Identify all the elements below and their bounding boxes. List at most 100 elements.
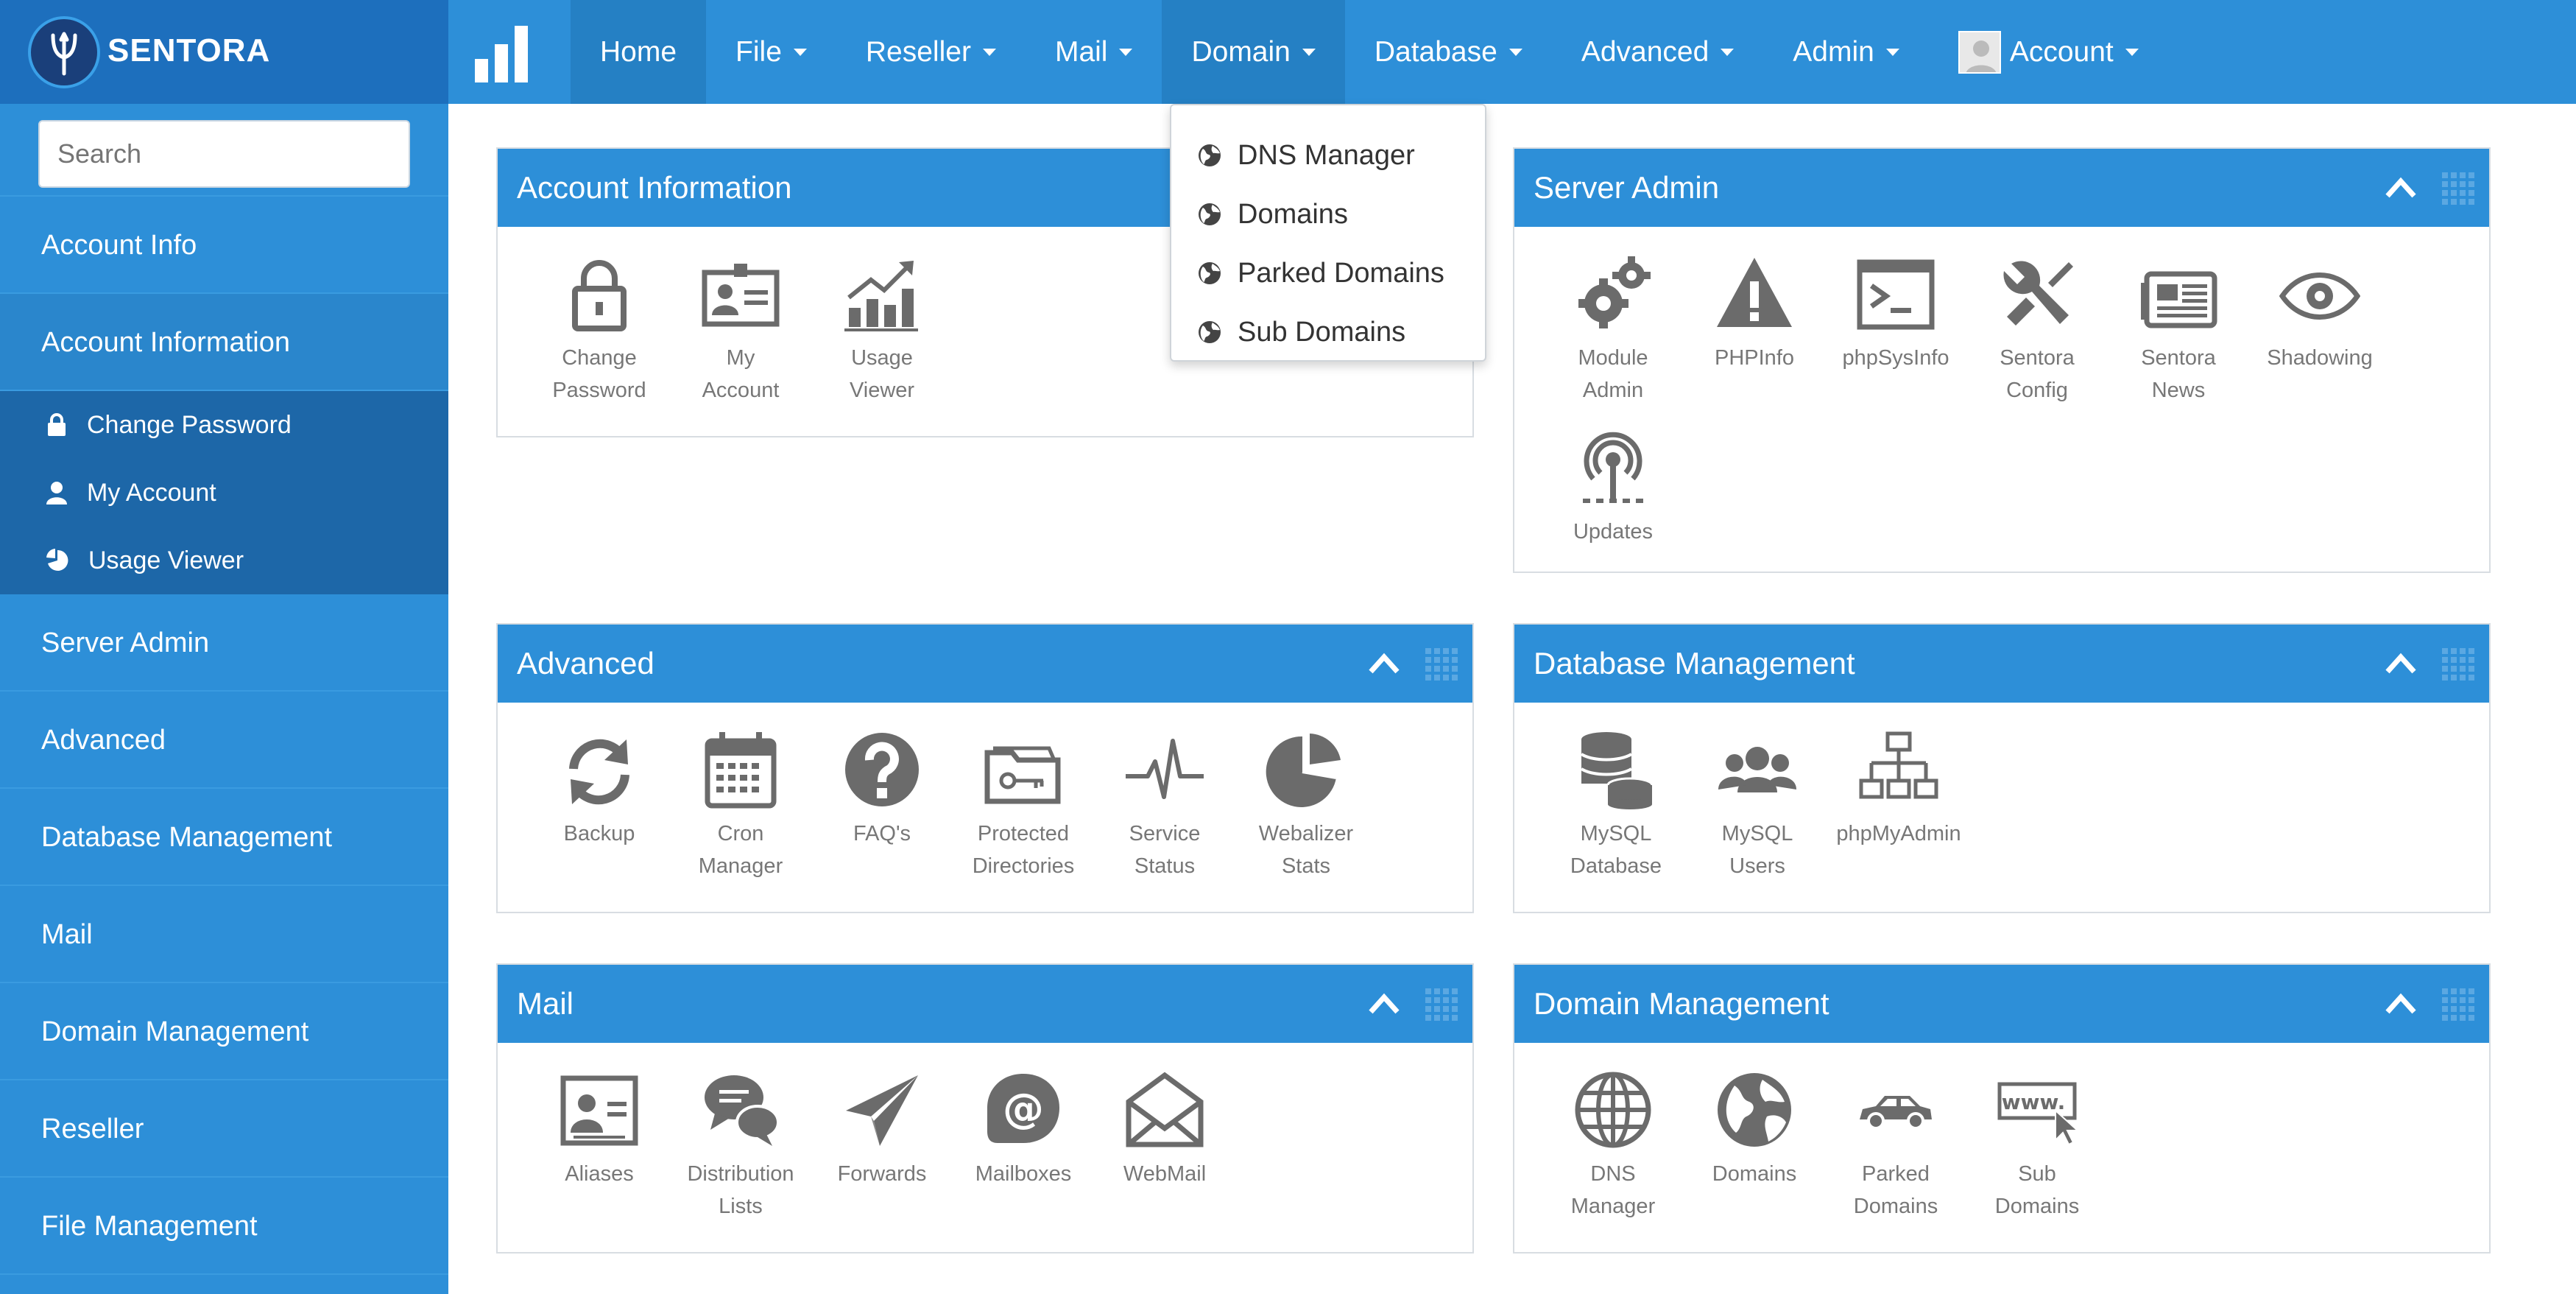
nav-mail[interactable]: Mail — [1026, 0, 1162, 104]
chat-bubbles-icon — [705, 1075, 780, 1146]
module-service-status[interactable]: Service Status — [1094, 729, 1235, 882]
module-aliases[interactable]: Aliases — [529, 1069, 670, 1223]
nav-reseller[interactable]: Reseller — [836, 0, 1026, 104]
module-cron-manager[interactable]: Cron Manager — [670, 729, 811, 882]
top-navbar: SENTORA Home File Reseller Mail Domain D… — [0, 0, 2576, 104]
nav-advanced[interactable]: Advanced — [1552, 0, 1763, 104]
module-sub-domains[interactable]: www. Sub Domains — [1966, 1069, 2108, 1223]
paper-plane-icon — [846, 1075, 918, 1146]
module-label: Updates — [1573, 520, 1653, 544]
nav-database[interactable]: Database — [1345, 0, 1552, 104]
sidebar-subitem-my-account[interactable]: My Account — [0, 459, 448, 527]
chevron-up-icon[interactable] — [2383, 985, 2418, 1021]
panel-header: Domain Management — [1514, 965, 2489, 1043]
www-cursor-icon: www. — [1997, 1082, 2078, 1146]
sidebar-item-file-management[interactable]: File Management — [0, 1178, 448, 1275]
module-dns-manager[interactable]: DNS Manager — [1542, 1069, 1684, 1223]
module-webalizer-stats[interactable]: Webalizer Stats — [1235, 729, 1377, 882]
menu-item-parked-domains[interactable]: Parked Domains — [1171, 244, 1485, 303]
caret-down-icon — [793, 48, 807, 56]
chevron-up-icon[interactable] — [2383, 169, 2418, 205]
module-protected-directories[interactable]: Protected Directories — [953, 729, 1094, 882]
sidebar-item-reseller[interactable]: Reseller — [0, 1080, 448, 1178]
sidebar-item-account-info[interactable]: Account Info — [0, 197, 448, 294]
avatar — [1958, 30, 2001, 74]
module-mailboxes[interactable]: @ Mailboxes — [953, 1069, 1094, 1223]
chevron-up-icon[interactable] — [1366, 985, 1402, 1021]
chevron-up-icon[interactable] — [1366, 645, 1402, 681]
sidebar-item-mail[interactable]: Mail — [0, 886, 448, 983]
module-faqs[interactable]: FAQ's — [811, 729, 953, 882]
module-label: Sentora Config — [2000, 346, 2075, 402]
menu-item-dns-manager[interactable]: DNS Manager — [1171, 126, 1485, 185]
drag-grip-icon[interactable] — [1424, 647, 1459, 682]
module-my-account[interactable]: My Account — [670, 253, 811, 407]
nav-domain-label: Domain — [1191, 35, 1291, 68]
sidebar-subitem-usage-viewer[interactable]: Usage Viewer — [0, 527, 448, 594]
domain-dropdown-menu: DNS Manager Domains Parked Domains Sub D… — [1170, 104, 1486, 362]
module-label: Service Status — [1129, 822, 1201, 878]
module-backup[interactable]: Backup — [529, 729, 670, 882]
menu-item-domains[interactable]: Domains — [1171, 185, 1485, 244]
sidebar-item-domain-management[interactable]: Domain Management — [0, 983, 448, 1080]
globe-icon — [1199, 144, 1221, 166]
caret-down-icon — [1721, 48, 1735, 56]
module-phpsysinfo[interactable]: phpSysInfo — [1825, 253, 1966, 407]
module-sentora-news[interactable]: Sentora News — [2108, 253, 2249, 407]
drag-grip-icon[interactable] — [2441, 987, 2476, 1022]
lock-icon — [48, 413, 66, 436]
module-module-admin[interactable]: Module Admin — [1542, 253, 1684, 407]
drag-grip-icon[interactable] — [2441, 647, 2476, 682]
module-phpinfo[interactable]: PHPInfo — [1684, 253, 1825, 407]
sidebar-item-advanced[interactable]: Advanced — [0, 692, 448, 789]
panel-mail: Mail Aliases Distribution Lists Forwards… — [496, 963, 1474, 1253]
nav-domain[interactable]: Domain — [1162, 0, 1345, 104]
nav-admin[interactable]: Admin — [1763, 0, 1929, 104]
module-webmail[interactable]: WebMail — [1094, 1069, 1235, 1223]
caret-down-icon — [982, 48, 996, 56]
drag-grip-icon[interactable] — [1424, 987, 1459, 1022]
open-envelope-icon — [1126, 1072, 1204, 1147]
nav-account[interactable]: Account — [1929, 0, 2168, 104]
sentora-logo — [28, 16, 100, 88]
search-input[interactable] — [38, 120, 410, 188]
module-domains[interactable]: Domains — [1684, 1069, 1825, 1223]
id-card-icon — [702, 264, 780, 327]
module-phpmyadmin[interactable]: phpMyAdmin — [1828, 729, 1969, 882]
sidebar-item-server-admin[interactable]: Server Admin — [0, 594, 448, 692]
module-mysql-database[interactable]: MySQL Database — [1545, 729, 1687, 882]
sidebar-subitem-change-password[interactable]: Change Password — [0, 391, 448, 459]
brand[interactable]: SENTORA — [0, 0, 448, 104]
module-label: WebMail — [1123, 1162, 1207, 1186]
menu-item-sub-domains[interactable]: Sub Domains — [1171, 303, 1485, 362]
users-icon — [1718, 747, 1796, 792]
module-updates[interactable]: Updates — [1542, 427, 1684, 548]
nav-home[interactable]: Home — [571, 0, 707, 104]
sidebar: Account Info Account Information Change … — [0, 104, 448, 1294]
module-label: MySQL Users — [1721, 822, 1793, 878]
sidebar-item-database-management[interactable]: Database Management — [0, 789, 448, 886]
panel-header: Advanced — [498, 625, 1472, 703]
trident-icon — [51, 32, 77, 76]
lock-icon — [572, 260, 627, 331]
module-distribution-lists[interactable]: Distribution Lists — [670, 1069, 811, 1223]
module-usage-viewer[interactable]: Usage Viewer — [811, 253, 953, 407]
nav-file[interactable]: File — [706, 0, 836, 104]
module-label: PHPInfo — [1715, 346, 1794, 370]
sidebar-item-account-information[interactable]: Account Information — [0, 294, 448, 391]
growth-chart-icon — [844, 261, 918, 331]
refresh-icon — [569, 739, 629, 805]
chevron-up-icon[interactable] — [2383, 645, 2418, 681]
caret-down-icon — [1508, 48, 1522, 56]
drag-grip-icon[interactable] — [2441, 171, 2476, 206]
module-mysql-users[interactable]: MySQL Users — [1687, 729, 1828, 882]
module-label: Sentora News — [2141, 346, 2216, 402]
module-forwards[interactable]: Forwards — [811, 1069, 953, 1223]
car-icon — [1860, 1096, 1932, 1130]
module-change-password[interactable]: Change Password — [529, 253, 670, 407]
bar-chart-icon[interactable] — [471, 22, 537, 85]
module-parked-domains[interactable]: Parked Domains — [1825, 1069, 1966, 1223]
module-sentora-config[interactable]: Sentora Config — [1966, 253, 2108, 407]
folder-key-icon — [984, 746, 1061, 804]
module-shadowing[interactable]: Shadowing — [2249, 253, 2390, 407]
